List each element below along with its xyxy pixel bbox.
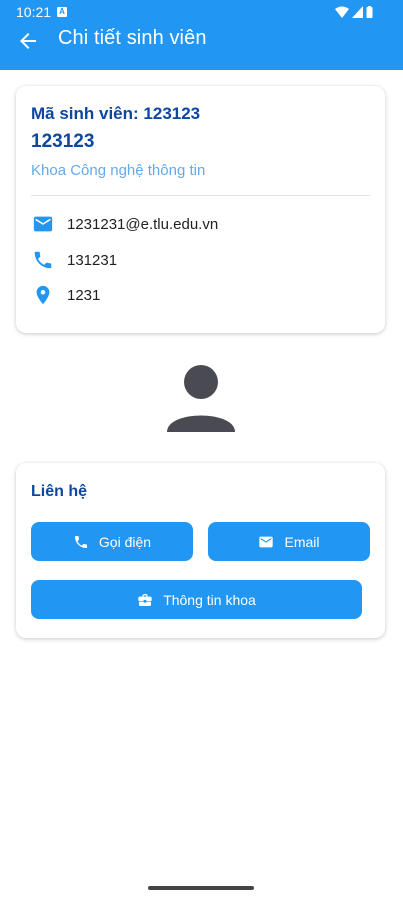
- status-bar: 10:21 A: [0, 0, 403, 24]
- student-name: 123123: [31, 131, 95, 152]
- email-icon: [258, 534, 274, 550]
- student-code: Mã sinh viên: 123123: [31, 104, 201, 123]
- location-pin-icon: [31, 283, 55, 307]
- app-bar: Chi tiết sinh viên: [0, 24, 403, 70]
- contact-heading: Liên hệ: [31, 483, 88, 500]
- email-button[interactable]: Email: [208, 522, 370, 561]
- email-row[interactable]: 1231231@e.tlu.edu.vn: [31, 212, 218, 236]
- person-avatar-icon: [167, 365, 235, 432]
- signal-icon: [352, 6, 363, 18]
- email-button-label: Email: [284, 533, 320, 550]
- address-value: 1231: [67, 286, 101, 304]
- briefcase-icon: [137, 592, 153, 608]
- gesture-nav-handle[interactable]: [148, 886, 254, 890]
- email-value: 1231231@e.tlu.edu.vn: [67, 215, 219, 233]
- faculty-info-button-label: Thông tin khoa: [163, 591, 256, 608]
- student-info-card: Mã sinh viên: 123123 123123 Khoa Công ng…: [16, 86, 385, 333]
- phone-value: 131231: [67, 251, 118, 269]
- battery-icon: [366, 6, 373, 18]
- wifi-icon: [335, 6, 349, 18]
- notification-badge-icon: A: [57, 7, 67, 17]
- status-icons: [335, 6, 373, 18]
- email-icon: [31, 212, 55, 236]
- phone-icon: [31, 248, 55, 272]
- address-row: 1231: [31, 283, 100, 307]
- call-button-label: Gọi điện: [98, 533, 152, 550]
- phone-row[interactable]: 131231: [31, 248, 117, 272]
- status-time: 10:21: [16, 4, 52, 20]
- student-department: Khoa Công nghệ thông tin: [31, 162, 206, 179]
- faculty-info-button[interactable]: Thông tin khoa: [31, 580, 362, 619]
- divider: [31, 195, 370, 196]
- contact-card: Liên hệ Gọi điện Email Thông tin khoa: [16, 463, 385, 638]
- phone-icon: [73, 534, 89, 550]
- page-title: Chi tiết sinh viên: [58, 27, 207, 49]
- arrow-back-icon[interactable]: [16, 29, 40, 53]
- call-button[interactable]: Gọi điện: [31, 522, 193, 561]
